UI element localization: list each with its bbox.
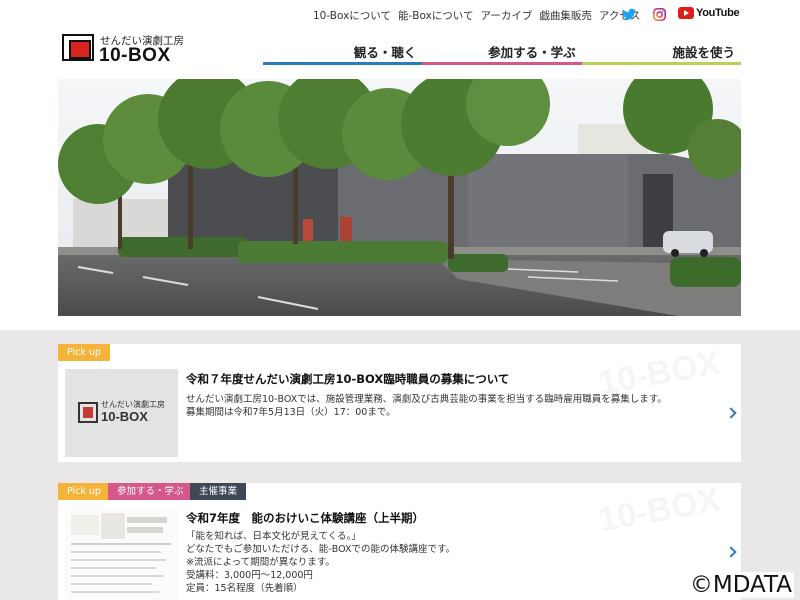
card-watermark: 10-BOX (596, 481, 724, 541)
logo-title: 10-BOX (99, 45, 171, 66)
thumbnail-logo: せんだい演劇工房 10-BOX (78, 399, 168, 425)
card-thumbnail: せんだい演劇工房 10-BOX (65, 369, 178, 457)
youtube-label: YouTube (696, 6, 740, 19)
tag-participate-learn[interactable]: 参加する・学ぶ (108, 483, 193, 500)
card-description: せんだい演劇工房10-BOXでは、施設管理業務、演劇及び古典芸能の事業を担当する… (186, 393, 667, 419)
youtube-icon (678, 6, 694, 19)
main-nav-watch-listen[interactable]: 観る・聴く (263, 40, 423, 65)
utility-nav: 10-Boxについて 能-Boxについて アーカイブ 戯曲集販売 アクセス (313, 7, 647, 23)
card-title[interactable]: 令和７年度せんだい演劇工房10-BOX臨時職員の募集について (186, 371, 509, 387)
copyright-watermark: ©MDATA (687, 572, 794, 598)
card-description-line: ※流派によって期間が異なります。 (186, 557, 335, 568)
card-description-line: せんだい演劇工房10-BOXでは、施設管理業務、演劇及び古典芸能の事業を担当する… (186, 394, 667, 405)
main-nav-use-facility[interactable]: 施設を使う (581, 40, 742, 65)
youtube-link[interactable]: YouTube (678, 6, 740, 19)
event-flyer-image (65, 507, 178, 600)
chevron-right-icon[interactable] (725, 546, 737, 558)
card-title[interactable]: 令和7年度 能のおけいこ体験講座（上半期） (186, 510, 424, 526)
main-nav-label: 参加する・学ぶ (488, 45, 576, 60)
card-thumbnail (65, 507, 178, 600)
tag-sponsored-event[interactable]: 主催事業 (190, 483, 247, 500)
social-links: YouTube (622, 6, 740, 21)
logo-mark-icon (62, 34, 94, 61)
nav-link-about-10box[interactable]: 10-Boxについて (313, 8, 391, 23)
hero-image (58, 79, 741, 316)
card-description-line: 募集期間は令和7年5月13日（火）17：00まで。 (186, 407, 396, 418)
main-nav-label: 観る・聴く (353, 45, 417, 60)
tag-pickup: Pick up (58, 483, 110, 500)
card-description: 「能を知れば、日本文化が見えてくる。」 どなたでもご参加いただける、能-BOXで… (186, 530, 455, 595)
site-logo[interactable]: せんだい演劇工房 10-BOX (62, 34, 187, 66)
thumbnail-logo-title: 10-BOX (101, 409, 148, 424)
news-card[interactable]: 10-BOX Pick up せんだい演劇工房 10-BOX 令和７年度せんだい… (58, 344, 741, 462)
main-nav: 観る・聴く 参加する・学ぶ 施設を使う (263, 40, 742, 65)
logo-mark-icon (78, 402, 98, 423)
card-description-line: 「能を知れば、日本文化が見えてくる。」 (186, 531, 361, 542)
instagram-icon[interactable] (653, 6, 666, 21)
twitter-icon[interactable] (622, 6, 636, 21)
main-nav-label: 施設を使う (672, 45, 735, 60)
chevron-right-icon[interactable] (725, 407, 737, 419)
card-description-line: 受講料：3,000円～12,000円 (186, 570, 313, 581)
nav-link-archive[interactable]: アーカイブ (480, 8, 532, 23)
card-description-line: 定員：15名程度（先着順） (186, 583, 303, 594)
news-card[interactable]: 10-BOX Pick up 参加する・学ぶ 主催事業 令和7年度 能のおけいこ… (58, 481, 741, 600)
tag-pickup: Pick up (58, 344, 110, 361)
nav-link-script-sales[interactable]: 戯曲集販売 (539, 8, 592, 23)
nav-link-about-nobox[interactable]: 能-Boxについて (398, 8, 474, 23)
card-description-line: どなたでもご参加いただける、能-BOXでの能の体験講座です。 (186, 544, 456, 555)
main-nav-participate-learn[interactable]: 参加する・学ぶ (422, 40, 582, 65)
